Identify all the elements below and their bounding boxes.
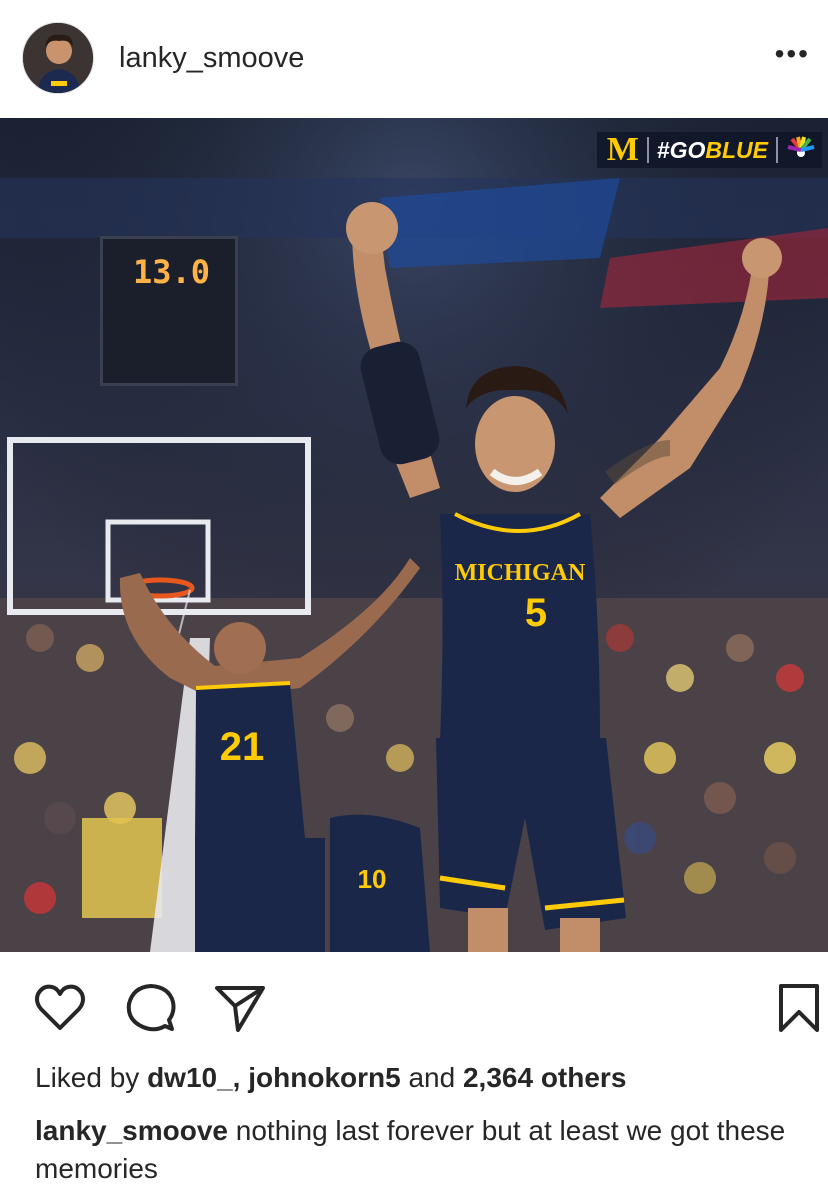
peacock-icon	[787, 136, 815, 157]
post-caption: lanky_smoove nothing last forever but at…	[35, 1112, 795, 1188]
profile-avatar[interactable]	[22, 22, 94, 94]
post-actions	[0, 952, 828, 1047]
jersey-text-michigan: MICHIGAN	[455, 560, 586, 586]
jersey-number-5: 5	[525, 591, 547, 635]
brand-divider-2	[776, 137, 778, 163]
comment-icon[interactable]	[125, 982, 177, 1034]
liked-by-user-2[interactable]: johnokorn5	[248, 1062, 400, 1093]
goblue-hashtag: #GOBLUE	[656, 136, 768, 163]
post-username[interactable]: lanky_smoove	[119, 42, 304, 75]
shot-clock-value: 13.0	[133, 253, 211, 291]
likes-line: Liked by dw10_, johnokorn5 and 2,364 oth…	[35, 1062, 626, 1094]
avatar-image	[23, 23, 93, 93]
brand-divider	[646, 137, 649, 163]
likes-prefix: Liked by	[35, 1062, 140, 1093]
shot-clock: 13.0	[100, 236, 238, 386]
jersey-number-10: 10	[358, 864, 387, 894]
bookmark-icon[interactable]	[773, 982, 825, 1034]
goblue-watermark: M #GOBLUE	[596, 131, 822, 168]
more-icon[interactable]: •••	[775, 40, 810, 68]
likes-count[interactable]: 2,364 others	[463, 1062, 626, 1093]
liked-by-user-1[interactable]: dw10_,	[147, 1062, 240, 1093]
michigan-logo: M	[606, 131, 639, 168]
share-icon[interactable]	[214, 982, 266, 1034]
post-photo[interactable]: 21 10 MICHIGAN 5 13.0 M #GOBLUE	[0, 118, 828, 952]
likes-and: and	[408, 1062, 456, 1093]
post-header: lanky_smoove •••	[0, 0, 828, 118]
heart-icon[interactable]	[34, 982, 86, 1034]
jersey-number-21: 21	[220, 725, 265, 769]
caption-username[interactable]: lanky_smoove	[35, 1115, 228, 1146]
